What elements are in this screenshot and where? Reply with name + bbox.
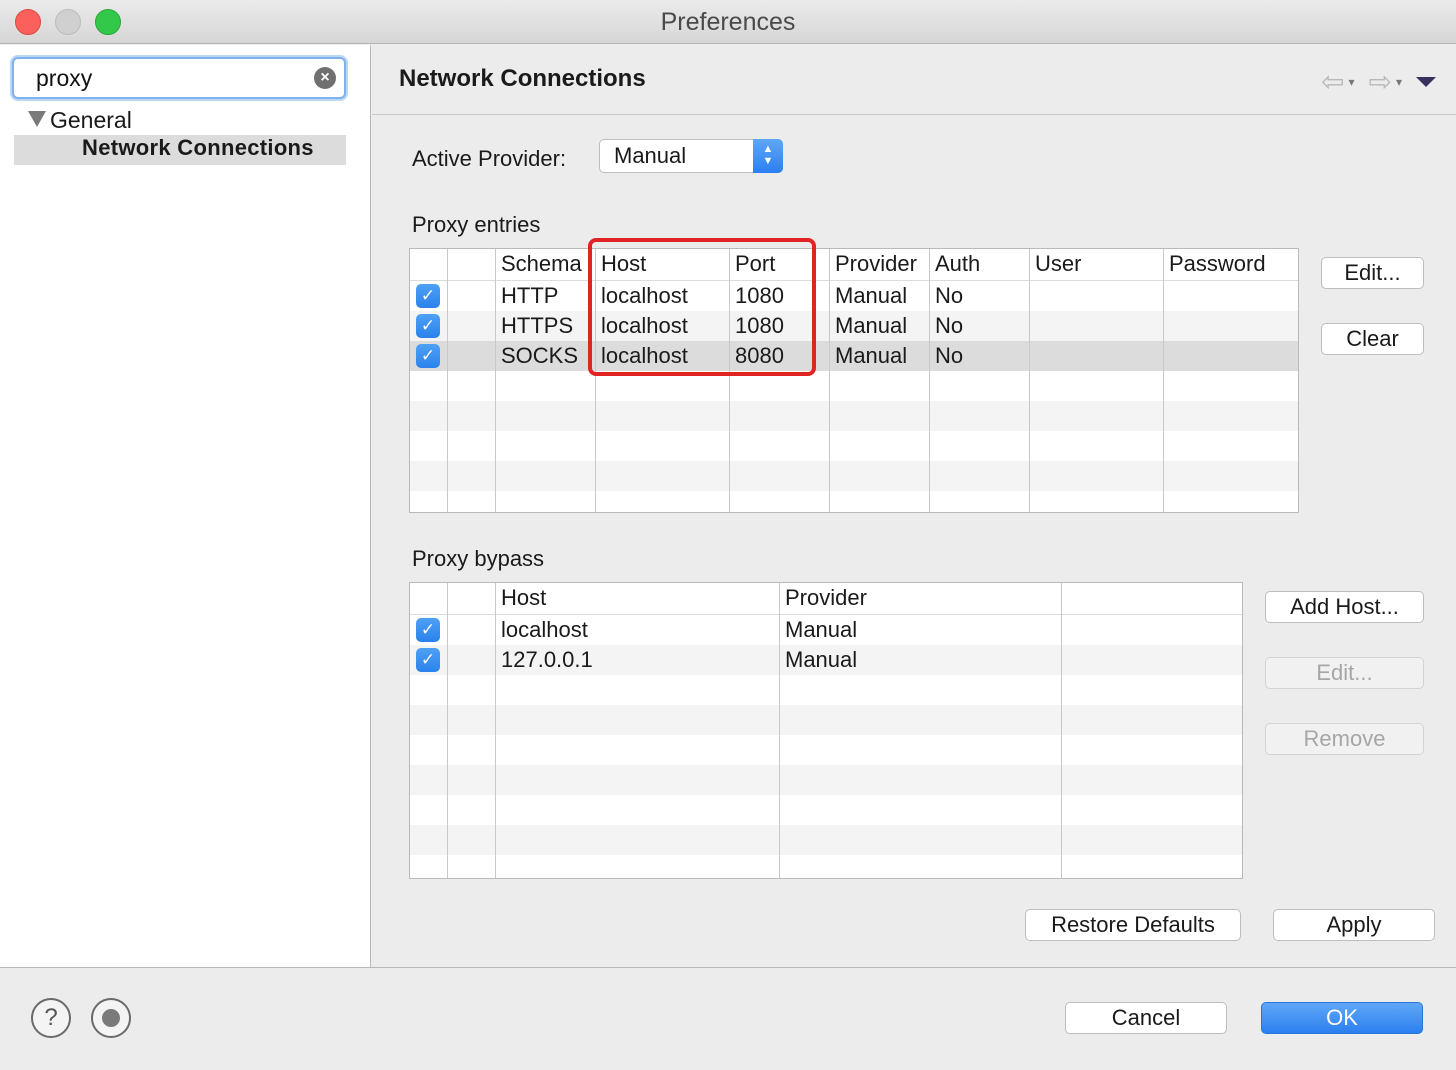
- cancel-button[interactable]: Cancel: [1065, 1002, 1227, 1034]
- empty-row: [410, 795, 1242, 825]
- table-header: Host Provider: [410, 583, 1242, 615]
- add-host-button[interactable]: Add Host...: [1265, 591, 1424, 623]
- edit-proxy-button[interactable]: Edit...: [1321, 257, 1424, 289]
- column-header[interactable]: Schema: [496, 249, 582, 279]
- cell-provider: Manual: [785, 617, 858, 642]
- empty-row: [410, 825, 1242, 855]
- column-divider: [929, 249, 930, 512]
- empty-row: [410, 735, 1242, 765]
- cell-host: localhost: [501, 617, 588, 642]
- page-title: Network Connections: [399, 65, 646, 92]
- cell-schema: HTTPS: [501, 313, 574, 338]
- column-divider: [447, 249, 448, 512]
- table-row[interactable]: ✓ 127.0.0.1 Manual: [410, 645, 1242, 675]
- back-menu-icon[interactable]: ▾: [1348, 75, 1354, 89]
- cell-provider: Manual: [835, 283, 908, 308]
- tree-item-general-label: General: [50, 107, 132, 133]
- view-menu-icon[interactable]: [1416, 76, 1436, 87]
- row-checkbox[interactable]: ✓: [416, 314, 440, 338]
- sidebar: proxy × General Network Connections: [0, 45, 371, 967]
- column-divider: [495, 249, 496, 512]
- cell-schema: HTTP: [501, 283, 559, 308]
- back-icon[interactable]: ⇦: [1321, 65, 1344, 98]
- table-header: Schema Host Port Provider Auth User Pass…: [410, 249, 1298, 281]
- remove-host-button[interactable]: Remove: [1265, 723, 1424, 755]
- search-input[interactable]: proxy ×: [12, 57, 346, 99]
- select-arrows-icon: ▲ ▼: [753, 139, 783, 173]
- table-row-selected[interactable]: ✓ SOCKS localhost 8080 Manual No: [410, 341, 1298, 371]
- empty-row: [410, 371, 1298, 401]
- empty-row: [410, 491, 1298, 512]
- column-divider: [447, 583, 448, 878]
- cell-host: 127.0.0.1: [501, 647, 593, 672]
- help-icon[interactable]: ?: [31, 998, 71, 1038]
- tree-item-general[interactable]: General: [28, 107, 132, 134]
- column-divider: [779, 583, 780, 878]
- row-checkbox[interactable]: ✓: [416, 284, 440, 308]
- window-title: Preferences: [660, 8, 796, 36]
- row-checkbox[interactable]: ✓: [416, 618, 440, 642]
- table-row[interactable]: ✓ localhost Manual: [410, 615, 1242, 645]
- empty-row: [410, 705, 1242, 735]
- empty-row: [410, 855, 1242, 878]
- restore-defaults-button[interactable]: Restore Defaults: [1025, 909, 1241, 941]
- disclosure-triangle-icon[interactable]: [28, 111, 46, 127]
- apply-button[interactable]: Apply: [1273, 909, 1435, 941]
- column-header[interactable]: Provider: [830, 249, 917, 279]
- column-divider: [829, 249, 830, 512]
- table-row[interactable]: ✓ HTTPS localhost 1080 Manual No: [410, 311, 1298, 341]
- column-divider: [1029, 249, 1030, 512]
- empty-row: [410, 461, 1298, 491]
- empty-row: [410, 675, 1242, 705]
- empty-row: [410, 431, 1298, 461]
- clear-proxy-button[interactable]: Clear: [1321, 323, 1424, 355]
- column-header[interactable]: Auth: [930, 249, 980, 279]
- highlight-annotation: [588, 238, 816, 376]
- row-checkbox[interactable]: ✓: [416, 648, 440, 672]
- stop-dot-icon: [102, 1009, 120, 1027]
- main-pane: Network Connections ⇦ ▾ ⇨ ▾ Active Provi…: [372, 45, 1456, 967]
- column-header[interactable]: Provider: [780, 583, 867, 613]
- cell-schema: SOCKS: [501, 343, 579, 368]
- tree-item-network-connections-label: Network Connections: [82, 135, 314, 160]
- cell-auth: No: [935, 313, 964, 338]
- dialog-footer: ? Cancel OK: [0, 967, 1456, 1070]
- proxy-bypass-label: Proxy bypass: [412, 546, 545, 571]
- ok-button[interactable]: OK: [1261, 1002, 1423, 1034]
- search-value[interactable]: proxy: [36, 65, 92, 92]
- proxy-bypass-table[interactable]: Host Provider ✓ localhost Manual ✓ 127.0…: [409, 582, 1243, 879]
- cell-auth: No: [935, 283, 964, 308]
- column-divider: [1061, 583, 1062, 878]
- cell-provider: Manual: [785, 647, 858, 672]
- proxy-entries-label: Proxy entries: [412, 212, 541, 237]
- empty-row: [410, 765, 1242, 795]
- forward-icon[interactable]: ⇨: [1369, 65, 1392, 98]
- nav-controls: ⇦ ▾ ⇨ ▾: [1321, 65, 1436, 98]
- title-bar: Preferences: [0, 0, 1456, 44]
- column-header[interactable]: Password: [1164, 249, 1266, 279]
- record-macro-icon[interactable]: [91, 998, 131, 1038]
- row-checkbox[interactable]: ✓: [416, 344, 440, 368]
- proxy-entries-table[interactable]: Schema Host Port Provider Auth User Pass…: [409, 248, 1299, 513]
- column-divider: [495, 583, 496, 878]
- clear-search-icon[interactable]: ×: [314, 67, 336, 89]
- column-header[interactable]: User: [1030, 249, 1081, 279]
- active-provider-value: Manual: [614, 143, 687, 168]
- cell-provider: Manual: [835, 313, 908, 338]
- cell-auth: No: [935, 343, 964, 368]
- tree-item-network-connections[interactable]: Network Connections: [14, 135, 346, 165]
- page-header: Network Connections ⇦ ▾ ⇨ ▾: [372, 45, 1456, 115]
- empty-row: [410, 401, 1298, 431]
- table-row[interactable]: ✓ HTTP localhost 1080 Manual No: [410, 281, 1298, 311]
- column-divider: [1163, 249, 1164, 512]
- forward-menu-icon[interactable]: ▾: [1396, 75, 1402, 89]
- cell-provider: Manual: [835, 343, 908, 368]
- active-provider-select[interactable]: Manual ▲ ▼: [599, 139, 783, 173]
- edit-host-button[interactable]: Edit...: [1265, 657, 1424, 689]
- active-provider-label: Active Provider:: [412, 146, 567, 171]
- column-header[interactable]: Host: [496, 583, 546, 613]
